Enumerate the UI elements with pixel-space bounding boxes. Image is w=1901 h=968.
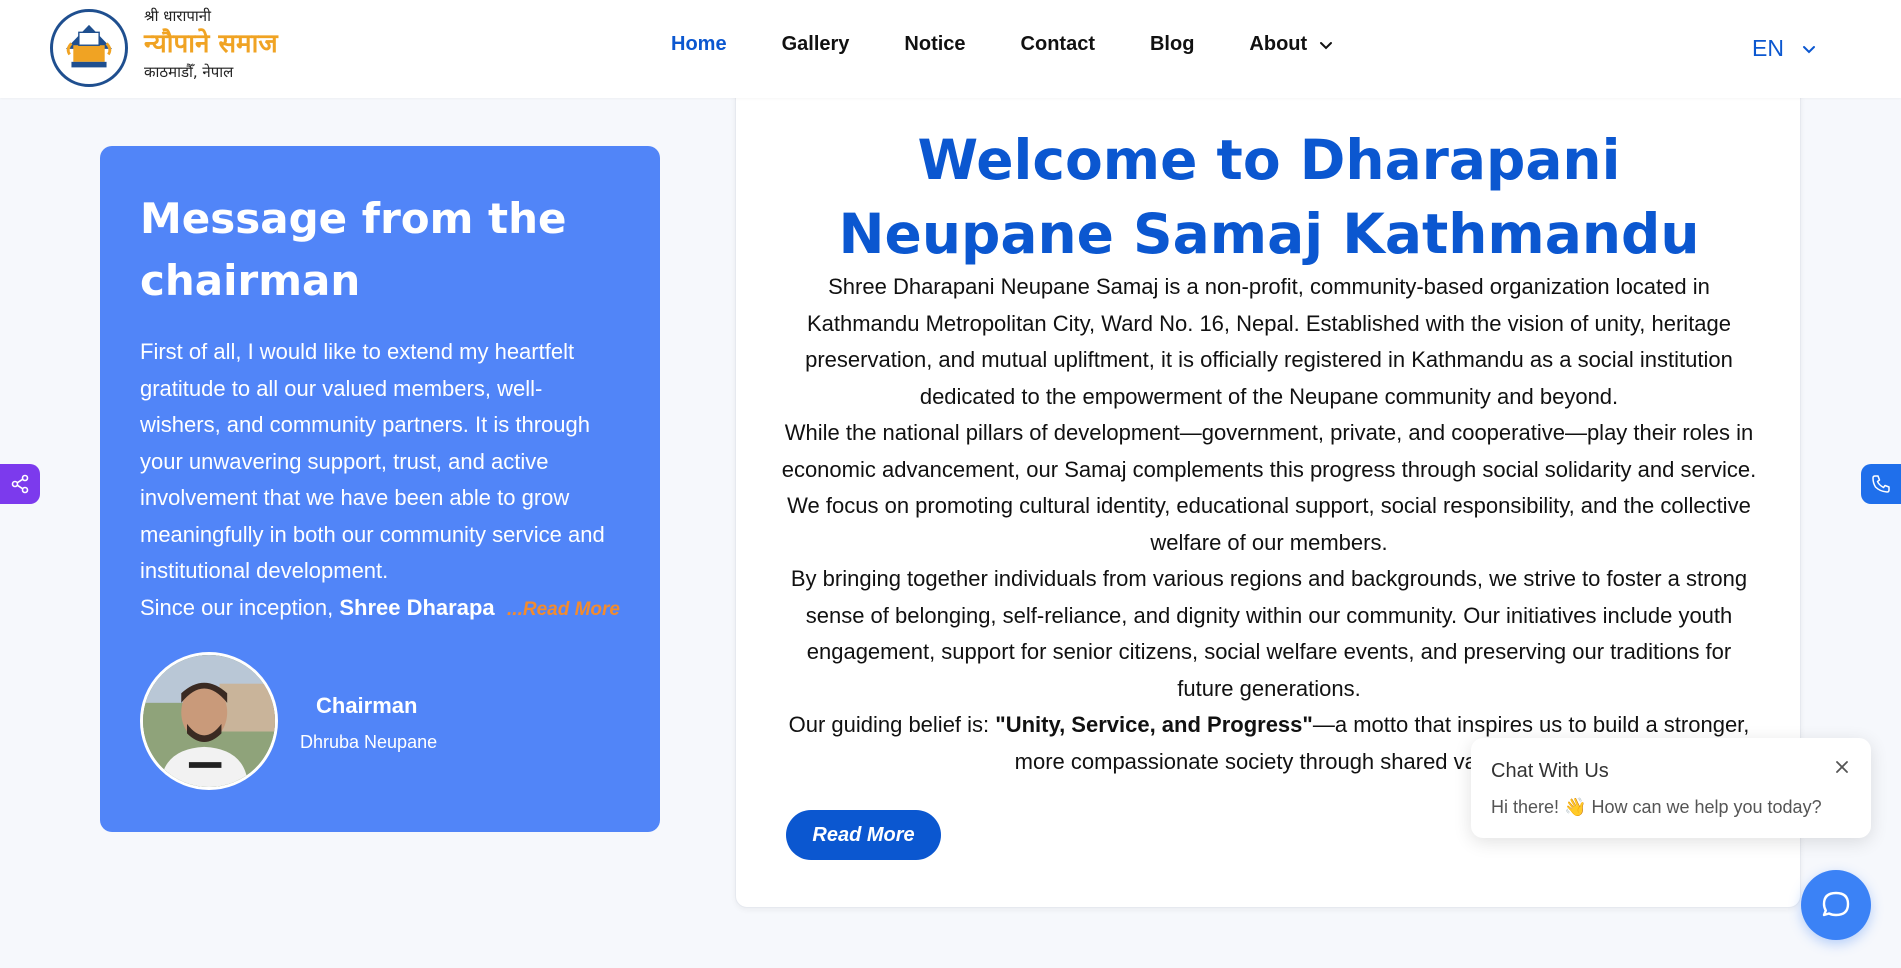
main-nav: Home Gallery Notice Contact Blog About bbox=[671, 33, 1388, 56]
nav-blog[interactable]: Blog bbox=[1150, 33, 1194, 56]
nav-notice[interactable]: Notice bbox=[904, 33, 965, 56]
welcome-body: Shree Dharapani Neupane Samaj is a non-p… bbox=[776, 269, 1762, 780]
chairman-photo bbox=[143, 655, 275, 787]
motto-text: "Unity, Service, and Progress" bbox=[995, 712, 1313, 737]
share-button[interactable] bbox=[0, 464, 40, 504]
chairman-name: Dhruba Neupane bbox=[300, 732, 438, 752]
brand-name: न्यौपाने समाज bbox=[144, 29, 278, 59]
call-button[interactable] bbox=[1861, 464, 1901, 504]
motto-prefix: Our guiding belief is: bbox=[788, 712, 996, 737]
chairman-last-line-bold: Shree Dharapani bbox=[339, 594, 495, 620]
chevron-down-icon bbox=[1320, 41, 1333, 49]
brand-location: काठमाडौँ, नेपाल bbox=[144, 63, 234, 81]
chat-popup-title: Chat With Us bbox=[1491, 760, 1609, 782]
nav-about[interactable]: About bbox=[1249, 33, 1333, 56]
chat-popup: Chat With Us Hi there! 👋 How can we help… bbox=[1471, 738, 1871, 838]
chevron-down-icon bbox=[1802, 45, 1815, 53]
welcome-title: Welcome to Dharapani Neupane Samaj Kathm… bbox=[838, 128, 1700, 266]
language-selector[interactable]: EN bbox=[1752, 35, 1816, 62]
chairman-message-clip: Since our inception, Shree Dharapani bbox=[140, 590, 495, 627]
nav-contact[interactable]: Contact bbox=[1021, 33, 1095, 56]
nav-home[interactable]: Home bbox=[671, 33, 727, 56]
site-header: श्री धारापानी न्यौपाने समाज काठमाडौँ, ने… bbox=[0, 0, 1901, 98]
chat-popup-subtitle: Hi there! 👋 How can we help you today? bbox=[1491, 797, 1822, 817]
chairman-read-more-link[interactable]: ...Read More bbox=[507, 592, 620, 629]
welcome-paragraph-3: By bringing together individuals from va… bbox=[790, 566, 1748, 701]
nav-gallery[interactable]: Gallery bbox=[782, 33, 850, 56]
share-icon bbox=[11, 474, 29, 494]
chairman-role: Chairman bbox=[316, 693, 418, 718]
site-logo[interactable] bbox=[50, 9, 128, 87]
welcome-paragraph-1: Shree Dharapani Neupane Samaj is a non-p… bbox=[805, 274, 1733, 409]
chat-icon bbox=[1822, 891, 1850, 917]
chairman-message: First of all, I would like to extend my … bbox=[140, 334, 620, 628]
chairman-message-body: First of all, I would like to extend my … bbox=[140, 339, 605, 583]
chairman-message-card: Message from the chairman First of all, … bbox=[100, 146, 660, 832]
close-icon[interactable] bbox=[1833, 758, 1851, 776]
chat-button[interactable] bbox=[1801, 870, 1871, 940]
logo-emblem-icon bbox=[55, 14, 123, 82]
welcome-paragraph-2: While the national pillars of developmen… bbox=[781, 420, 1757, 555]
brand-text[interactable]: श्री धारापानी न्यौपाने समाज काठमाडौँ, ने… bbox=[144, 6, 278, 82]
chairman-card-title: Message from the chairman bbox=[140, 194, 567, 305]
chairman-last-line-prefix: Since our inception, bbox=[140, 594, 340, 620]
chairman-message-truncated: Since our inception, Shree Dharapani ...… bbox=[140, 590, 620, 629]
phone-icon bbox=[1872, 475, 1890, 493]
brand-line-1: श्री धारापानी bbox=[144, 7, 212, 25]
chairman-avatar bbox=[140, 652, 278, 790]
welcome-read-more-button[interactable]: Read More bbox=[786, 810, 941, 860]
nav-about-label: About bbox=[1249, 33, 1308, 55]
language-label: EN bbox=[1752, 35, 1784, 61]
